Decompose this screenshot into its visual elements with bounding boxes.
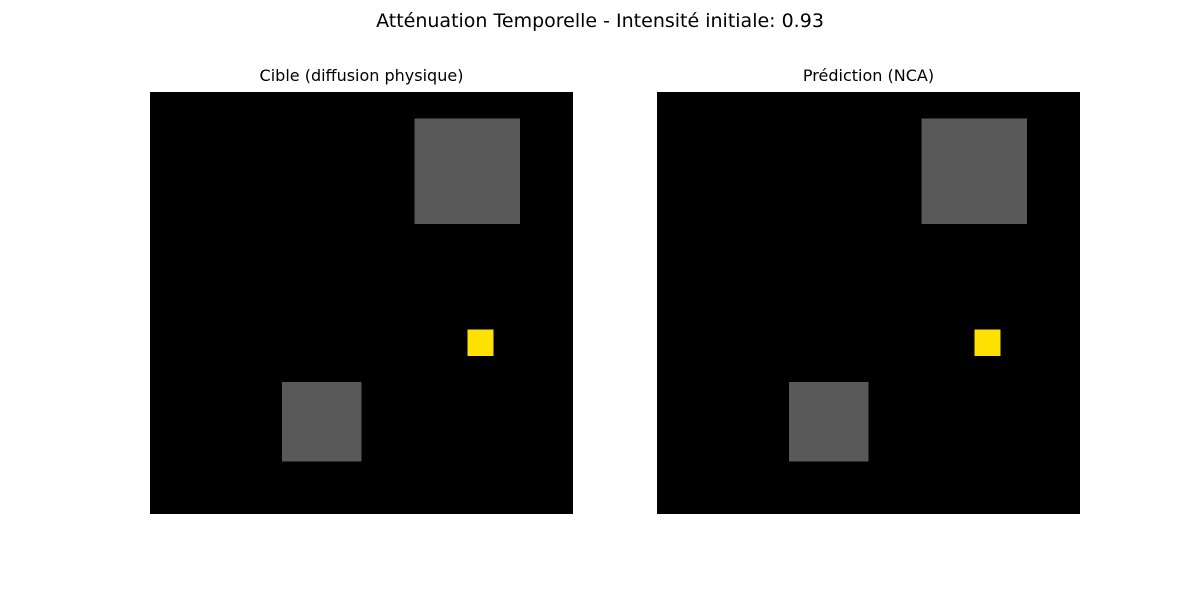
obstacle-cell — [789, 382, 869, 462]
source-cell — [974, 329, 1001, 356]
obstacle-cell — [282, 382, 362, 462]
prediction-heatmap — [657, 92, 1080, 514]
target-panel: Cible (diffusion physique) — [150, 64, 573, 514]
prediction-panel-title: Prédiction (NCA) — [802, 66, 935, 85]
obstacle-cell — [921, 118, 1028, 224]
target-heatmap — [150, 92, 573, 514]
figure-title: Atténuation Temporelle - Intensité initi… — [376, 10, 824, 32]
prediction-panel: Prédiction (NCA) — [657, 64, 1080, 514]
source-cell — [467, 329, 494, 356]
obstacle-cell — [414, 118, 521, 224]
target-panel-title: Cible (diffusion physique) — [259, 66, 464, 85]
